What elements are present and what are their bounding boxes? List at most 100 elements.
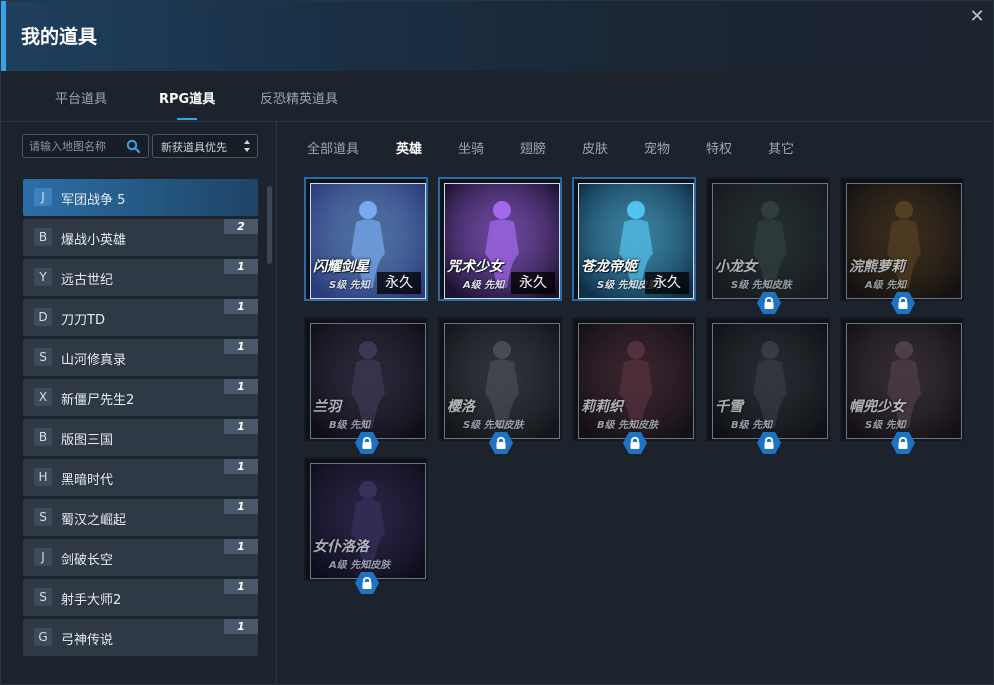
hero-grade: S级 先知: [865, 420, 906, 431]
map-initial-badge: X: [34, 388, 52, 406]
hero-item-card[interactable]: 咒术少女 A级 先知 永久: [438, 177, 562, 301]
lock-icon: [623, 432, 647, 454]
main-tabs: 平台道具 RPG道具 反恐精英道具: [1, 71, 993, 122]
map-initial-badge: B: [34, 228, 52, 246]
card-frame: 帽兜少女 S级 先知: [840, 317, 964, 441]
card-frame: 莉莉织 B级 先知皮肤: [572, 317, 696, 441]
hero-item-card[interactable]: 兰羽 B级 先知: [304, 317, 428, 454]
item-count-badge: 1: [224, 459, 258, 474]
map-name: 射手大师2: [61, 593, 122, 608]
tab-mounts[interactable]: 坐骑: [458, 138, 484, 157]
tab-others[interactable]: 其它: [768, 138, 794, 157]
card-inner: 兰羽 B级 先知: [310, 323, 426, 439]
map-initial-badge: J: [34, 548, 52, 566]
card-inner: 樱洛 S级 先知皮肤: [444, 323, 560, 439]
map-search-input[interactable]: [29, 138, 125, 154]
card-frame: 苍龙帝姬 S级 先知皮肤 永久: [572, 177, 696, 301]
hero-name: 千雪: [715, 399, 743, 415]
map-list-item[interactable]: S 蜀汉之崛起 1: [23, 499, 258, 536]
item-count-badge: 1: [224, 619, 258, 634]
active-tab-underline: [177, 118, 197, 120]
hero-grade: A级 先知: [463, 280, 505, 291]
hero-item-card[interactable]: 樱洛 S级 先知皮肤: [438, 317, 562, 454]
map-list-item[interactable]: D 刀刀TD 1: [23, 299, 258, 336]
map-list-item[interactable]: Y 远古世纪 1: [23, 259, 258, 296]
hero-grade: S级 先知: [329, 280, 370, 291]
tab-wings[interactable]: 翅膀: [520, 138, 546, 157]
hero-item-card[interactable]: 闪耀剑星 S级 先知 永久: [304, 177, 428, 301]
map-list-item[interactable]: X 新僵尸先生2 1: [23, 379, 258, 416]
map-list-item[interactable]: G 弓神传说 1: [23, 619, 258, 656]
map-list-item[interactable]: S 山河修真录 1: [23, 339, 258, 376]
hero-grade: B级 先知: [329, 420, 371, 431]
tab-privileges[interactable]: 特权: [706, 138, 732, 157]
map-list-item[interactable]: J 军团战争 5: [23, 179, 258, 216]
lock-icon: [757, 432, 781, 454]
map-list-scrollbar[interactable]: [267, 186, 272, 264]
card-frame: 兰羽 B级 先知: [304, 317, 428, 441]
card-inner: 苍龙帝姬 S级 先知皮肤 永久: [578, 183, 694, 299]
hero-name: 樱洛: [447, 399, 475, 415]
lock-icon: [489, 432, 513, 454]
card-frame: 樱洛 S级 先知皮肤: [438, 317, 562, 441]
permanent-badge: 永久: [645, 272, 689, 294]
tab-skins[interactable]: 皮肤: [582, 138, 608, 157]
map-initial-badge: D: [34, 308, 52, 326]
map-name: 弓神传说: [61, 633, 114, 648]
hero-item-card[interactable]: 千雪 B级 先知: [706, 317, 830, 454]
hero-item-card[interactable]: 浣熊萝莉 A级 先知: [840, 177, 964, 314]
hero-name: 咒术少女: [447, 259, 503, 275]
map-list: J 军团战争 5 B 爆战小英雄 2 Y 远古世纪 1 D 刀刀TD 1 S 山河修真录 1 X 新僵尸先生2…: [23, 179, 258, 659]
my-items-window: 我的道具 ✕ 平台道具 RPG道具 反恐精英道具 新获道具优先 J 军团战争 5 B…: [0, 0, 994, 685]
card-inner: 莉莉织 B级 先知皮肤: [578, 323, 694, 439]
card-inner: 浣熊萝莉 A级 先知: [846, 183, 962, 299]
map-initial-badge: S: [34, 508, 52, 526]
hero-item-card[interactable]: 小龙女 S级 先知皮肤: [706, 177, 830, 314]
category-tabs: 全部道具 英雄 坐骑 翅膀 皮肤 宠物 特权 其它: [278, 122, 993, 168]
tab-platform-items[interactable]: 平台道具: [55, 88, 107, 107]
card-frame: 浣熊萝莉 A级 先知: [840, 177, 964, 301]
item-count-badge: 1: [224, 539, 258, 554]
map-search-box: [22, 134, 149, 158]
item-count-badge: 1: [224, 579, 258, 594]
map-list-item[interactable]: H 黑暗时代 1: [23, 459, 258, 496]
tab-rpg-items[interactable]: RPG道具: [159, 88, 215, 107]
card-inner: 帽兜少女 S级 先知: [846, 323, 962, 439]
hero-grade: S级 先知皮肤: [731, 280, 792, 291]
tab-cs-items[interactable]: 反恐精英道具: [260, 88, 338, 107]
card-inner: 咒术少女 A级 先知 永久: [444, 183, 560, 299]
hero-name: 帽兜少女: [849, 399, 905, 415]
lock-icon: [355, 432, 379, 454]
map-list-item[interactable]: S 射手大师2 1: [23, 579, 258, 616]
map-name: 新僵尸先生2: [61, 393, 135, 408]
card-frame: 千雪 B级 先知: [706, 317, 830, 441]
tab-pets[interactable]: 宠物: [644, 138, 670, 157]
map-list-item[interactable]: B 爆战小英雄 2: [23, 219, 258, 256]
card-frame: 闪耀剑星 S级 先知 永久: [304, 177, 428, 301]
lock-icon: [891, 292, 915, 314]
map-list-item[interactable]: B 版图三国 1: [23, 419, 258, 456]
map-name: 刀刀TD: [61, 313, 105, 328]
lock-icon: [355, 572, 379, 594]
hero-item-card[interactable]: 女仆洛洛 A级 先知皮肤: [304, 457, 428, 594]
map-initial-badge: J: [34, 188, 52, 206]
sort-select[interactable]: 新获道具优先: [152, 134, 258, 158]
hero-name: 女仆洛洛: [313, 539, 369, 555]
card-frame: 小龙女 S级 先知皮肤: [706, 177, 830, 301]
map-sidebar: 新获道具优先 J 军团战争 5 B 爆战小英雄 2 Y 远古世纪 1 D 刀刀TD 1 S 山河修真录 1…: [1, 122, 277, 684]
hero-grade: S级 先知皮肤: [463, 420, 524, 431]
close-icon[interactable]: ✕: [967, 7, 987, 27]
tab-heroes[interactable]: 英雄: [396, 138, 422, 157]
item-count-badge: 1: [224, 419, 258, 434]
map-list-item[interactable]: J 剑破长空 1: [23, 539, 258, 576]
item-count-badge: 1: [224, 339, 258, 354]
hero-item-card[interactable]: 莉莉织 B级 先知皮肤: [572, 317, 696, 454]
hero-item-card[interactable]: 帽兜少女 S级 先知: [840, 317, 964, 454]
search-icon[interactable]: [126, 139, 140, 153]
map-initial-badge: Y: [34, 268, 52, 286]
tab-all-items[interactable]: 全部道具: [307, 138, 359, 157]
hero-item-card[interactable]: 苍龙帝姬 S级 先知皮肤 永久: [572, 177, 696, 301]
hero-grade: B级 先知: [731, 420, 773, 431]
lock-icon: [891, 432, 915, 454]
hero-grade: B级 先知皮肤: [597, 420, 659, 431]
